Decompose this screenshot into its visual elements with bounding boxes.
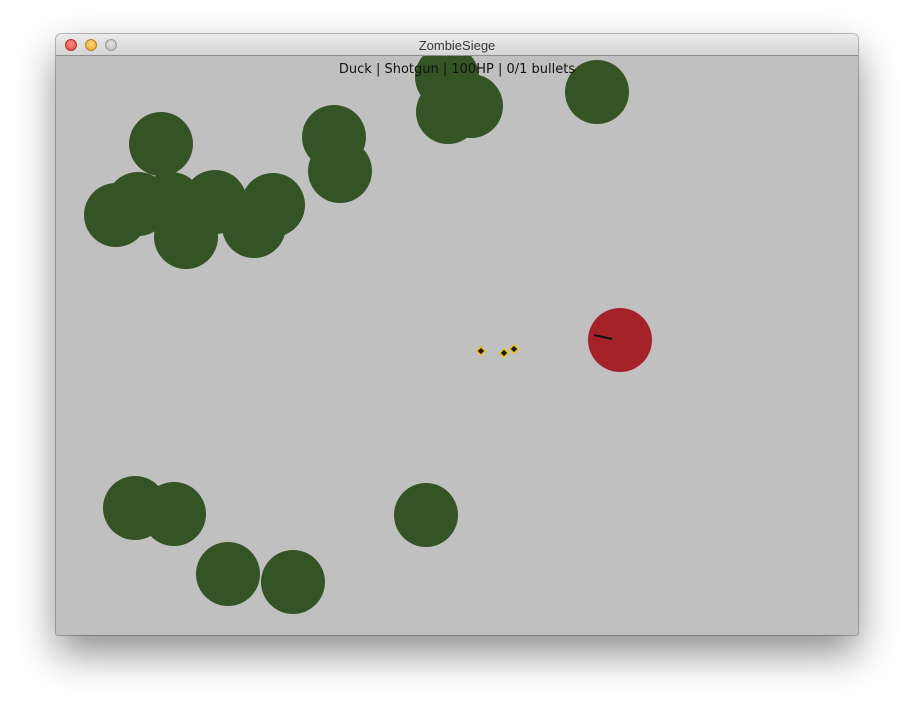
zombie <box>394 483 458 547</box>
zombie <box>142 482 206 546</box>
bullet <box>508 343 520 355</box>
zombie-group <box>84 56 629 614</box>
game-world <box>84 56 652 614</box>
zombie <box>308 139 372 203</box>
zombie <box>196 542 260 606</box>
window-title: ZombieSiege <box>418 38 496 53</box>
player <box>588 308 652 372</box>
zombie <box>154 205 218 269</box>
title-bar[interactable]: ZombieSiege <box>56 34 858 56</box>
bullet-group <box>475 343 520 359</box>
bullet <box>475 345 487 357</box>
game-window: ZombieSiege Duck | Shotgun | 100HP | 0/1… <box>56 34 858 635</box>
hud-status: Duck | Shotgun | 100HP | 0/1 bullets <box>338 62 576 77</box>
bullet <box>498 347 510 359</box>
game-canvas[interactable]: Duck | Shotgun | 100HP | 0/1 bullets <box>56 56 858 635</box>
zombie <box>129 112 193 176</box>
zombie <box>222 194 286 258</box>
player-body <box>588 308 652 372</box>
zombie <box>261 550 325 614</box>
